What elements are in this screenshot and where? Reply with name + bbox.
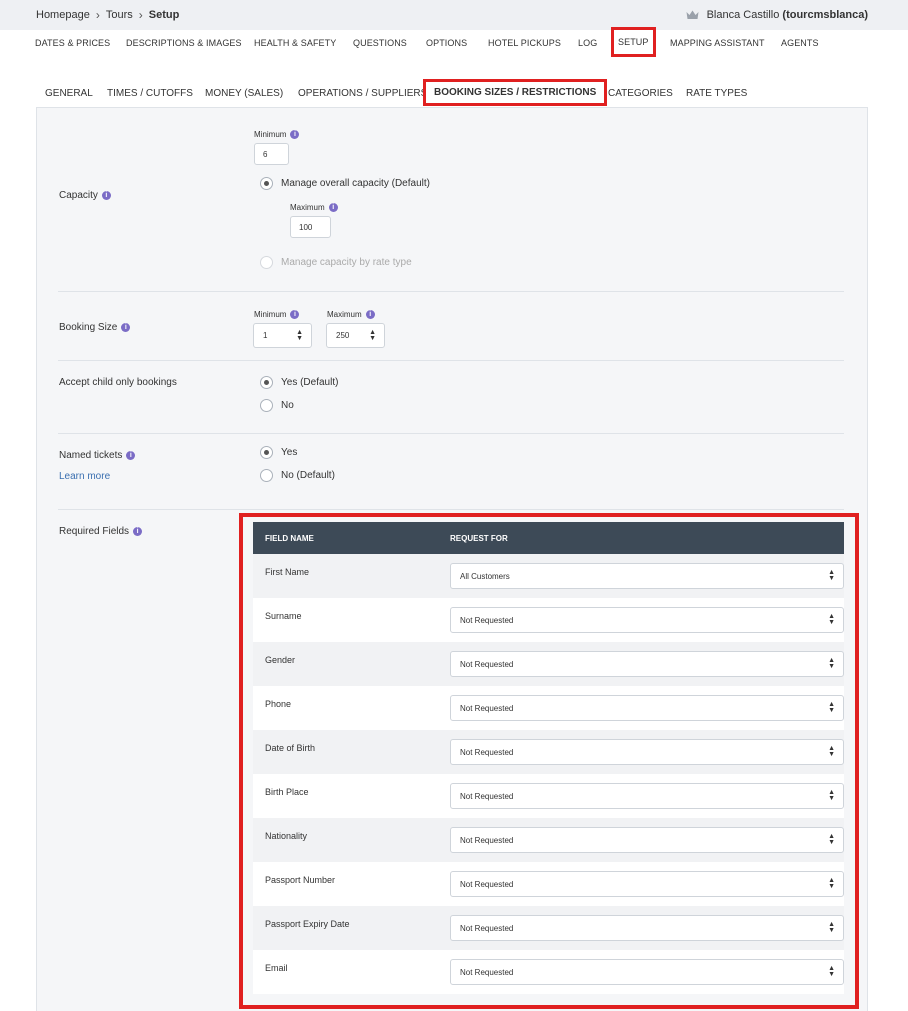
info-icon[interactable]: i [126, 451, 136, 460]
divider [58, 433, 844, 434]
named-tickets-label: Named tickets i [59, 450, 136, 461]
booking-size-maximum-label: Maximum i [327, 310, 375, 319]
nav-log[interactable]: LOG [578, 38, 597, 48]
tab-money-sales[interactable]: MONEY (SALES) [205, 88, 283, 99]
info-icon[interactable]: i [365, 310, 375, 319]
child-only-yes-text: Yes (Default) [281, 377, 339, 388]
booking-size-label-text: Booking Size [59, 322, 118, 333]
breadcrumb-tours[interactable]: Tours [106, 9, 133, 21]
main-nav: DATES & PRICES DESCRIPTIONS & IMAGES HEA… [0, 27, 908, 61]
capacity-label: Capacity i [59, 190, 111, 201]
nav-descriptions-images[interactable]: DESCRIPTIONS & IMAGES [126, 38, 242, 48]
sub-tabs: GENERAL TIMES / CUTOFFS MONEY (SALES) OP… [36, 78, 868, 108]
chevron-right-icon: › [138, 8, 143, 22]
named-tickets-yes-option[interactable]: Yes [260, 446, 297, 459]
crown-icon [686, 10, 699, 19]
radio-selected[interactable] [260, 376, 273, 389]
breadcrumb-current: Setup [148, 9, 180, 21]
learn-more-link[interactable]: Learn more [59, 471, 110, 482]
nav-hotel-pickups[interactable]: HOTEL PICKUPS [488, 38, 561, 48]
capacity-rate-type-text: Manage capacity by rate type [281, 257, 412, 268]
capacity-maximum-label-text: Maximum [290, 203, 325, 212]
radio-selected[interactable] [260, 177, 273, 190]
info-icon[interactable]: i [133, 527, 143, 536]
booking-size-minimum-label-text: Minimum [254, 310, 287, 319]
chevron-right-icon: › [95, 8, 100, 22]
info-icon[interactable]: i [121, 323, 131, 332]
child-only-label: Accept child only bookings [59, 377, 177, 388]
named-tickets-no-text: No (Default) [281, 470, 335, 481]
breadcrumb-homepage[interactable]: Homepage [36, 9, 90, 21]
booking-size-minimum-value: 1 [263, 331, 268, 340]
tab-booking-sizes-restrictions[interactable]: BOOKING SIZES / RESTRICTIONS [423, 79, 608, 106]
named-tickets-yes-text: Yes [281, 447, 298, 458]
booking-size-minimum-label: Minimum i [254, 310, 300, 319]
sort-arrows-icon: ▲ ▼ [369, 328, 376, 342]
tab-general[interactable]: GENERAL [45, 88, 93, 99]
info-icon[interactable]: i [101, 191, 111, 200]
booking-size-maximum-label-text: Maximum [327, 310, 362, 319]
child-only-yes-option[interactable]: Yes (Default) [260, 376, 338, 389]
nav-setup[interactable]: SETUP [611, 27, 656, 57]
nav-agents[interactable]: AGENTS [781, 38, 819, 48]
radio-unselected[interactable] [260, 399, 273, 412]
capacity-minimum-input[interactable]: 6 [254, 143, 289, 165]
booking-size-label: Booking Size i [59, 322, 131, 333]
sort-arrows-icon: ▲ ▼ [296, 328, 303, 342]
booking-size-maximum-value: 250 [336, 331, 350, 340]
radio-unselected[interactable] [260, 256, 273, 269]
tab-operations-suppliers[interactable]: OPERATIONS / SUPPLIERS [298, 88, 427, 99]
divider [58, 291, 844, 292]
child-only-no-option[interactable]: No [260, 399, 294, 412]
booking-size-minimum-select[interactable]: 1 ▲ ▼ [253, 323, 312, 348]
nav-mapping-assistant[interactable]: MAPPING ASSISTANT [670, 38, 765, 48]
nav-dates-prices[interactable]: DATES & PRICES [35, 38, 110, 48]
radio-unselected[interactable] [260, 469, 273, 482]
info-icon[interactable]: i [290, 130, 300, 139]
user-account[interactable]: Blanca Castillo (tourcmsblanca) [686, 9, 868, 21]
highlight-box [239, 513, 859, 1009]
breadcrumb: Homepage › Tours › Setup [36, 8, 179, 22]
info-icon[interactable]: i [328, 203, 338, 212]
radio-selected[interactable] [260, 446, 273, 459]
capacity-overall-option[interactable]: Manage overall capacity (Default) [260, 177, 430, 190]
nav-options[interactable]: OPTIONS [426, 38, 467, 48]
tab-times-cutoffs[interactable]: TIMES / CUTOFFS [107, 88, 193, 99]
capacity-overall-text: Manage overall capacity (Default) [281, 178, 430, 189]
info-icon[interactable]: i [290, 310, 300, 319]
nav-questions[interactable]: QUESTIONS [353, 38, 407, 48]
capacity-rate-type-option[interactable]: Manage capacity by rate type [260, 256, 412, 269]
child-only-no-text: No [281, 400, 294, 411]
divider [58, 360, 844, 361]
tab-rate-types[interactable]: RATE TYPES [686, 88, 747, 99]
capacity-maximum-input[interactable]: 100 [290, 216, 331, 238]
named-tickets-no-option[interactable]: No (Default) [260, 469, 335, 482]
named-tickets-label-text: Named tickets [59, 450, 123, 461]
required-fields-label: Required Fields i [59, 526, 143, 537]
nav-health-safety[interactable]: HEALTH & SAFETY [254, 38, 336, 48]
required-fields-label-text: Required Fields [59, 526, 130, 537]
booking-size-maximum-select[interactable]: 250 ▲ ▼ [326, 323, 385, 348]
divider [58, 509, 844, 510]
user-username: (tourcmsblanca) [782, 9, 868, 21]
capacity-minimum-label: Minimum i [254, 130, 300, 139]
user-name: Blanca Castillo [706, 9, 780, 21]
capacity-minimum-label-text: Minimum [254, 130, 287, 139]
capacity-label-text: Capacity [59, 190, 98, 201]
tab-categories[interactable]: CATEGORIES [608, 88, 673, 99]
capacity-maximum-label: Maximum i [290, 203, 338, 212]
